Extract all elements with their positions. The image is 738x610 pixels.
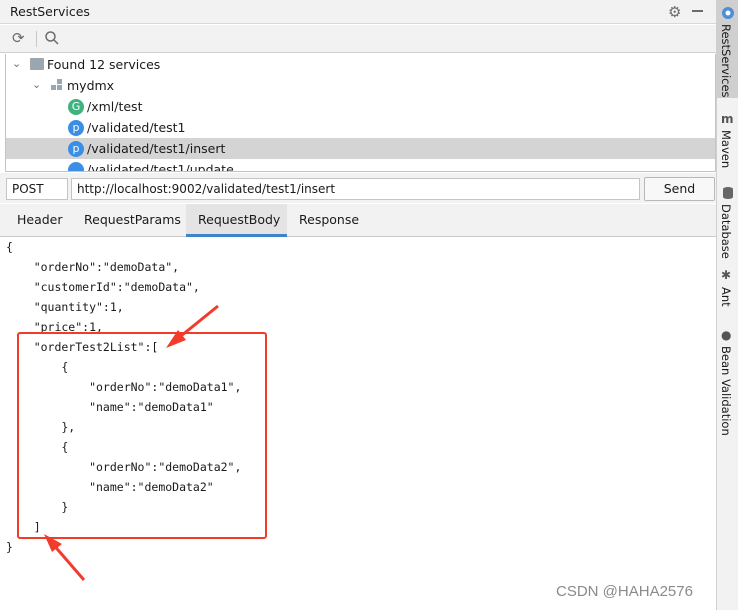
strip-tab-ant[interactable]: Ant	[719, 287, 733, 307]
database-icon	[723, 187, 733, 199]
rest-services-icon	[722, 7, 734, 19]
annotation-arrow-bottom	[44, 534, 86, 581]
strip-tab-rest-services[interactable]: RestServices	[719, 24, 733, 98]
strip-tab-bean-validation[interactable]: Bean Validation	[719, 346, 733, 436]
maven-icon: m	[721, 112, 734, 126]
right-tool-strip: RestServices m Maven Database ✱ Ant ● Be…	[716, 0, 738, 610]
strip-tab-database[interactable]: Database	[719, 204, 733, 259]
ant-icon: ✱	[721, 268, 732, 282]
strip-tab-maven[interactable]: Maven	[719, 130, 733, 168]
annotation-arrows	[44, 304, 219, 581]
watermark-text: CSDN @HAHA2576	[556, 583, 693, 600]
annotation-arrow-top	[166, 304, 219, 348]
bean-validation-icon: ●	[721, 328, 732, 342]
